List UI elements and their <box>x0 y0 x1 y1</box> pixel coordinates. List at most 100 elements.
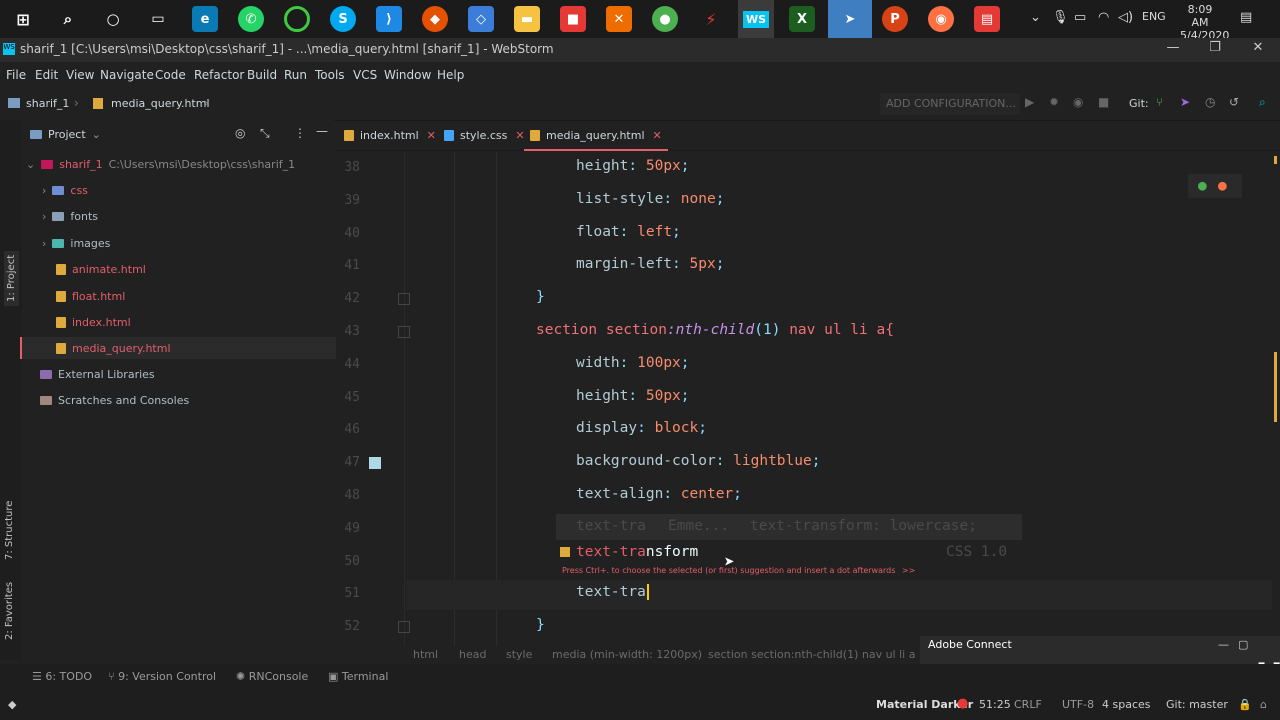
restore-button[interactable]: ❐ <box>1200 40 1230 60</box>
version-control-tool-button[interactable]: ⑂ 9: Version Control <box>108 670 216 683</box>
run-icon[interactable]: ▶ <box>1025 95 1034 109</box>
rollback-icon[interactable]: ↺ <box>1229 95 1239 109</box>
firefox-preview-icon[interactable]: ● <box>1218 178 1227 194</box>
completion-hint-link[interactable]: >> <box>902 566 915 575</box>
chrome-icon[interactable]: ● <box>652 6 678 32</box>
office-icon[interactable]: ■ <box>560 6 586 32</box>
maximize-icon[interactable]: ▢ <box>1238 638 1248 651</box>
favorites-tool-button[interactable]: 2: Favorites <box>4 582 15 640</box>
menu-navigate[interactable]: Navigate <box>100 68 154 82</box>
coverage-icon[interactable]: ◉ <box>1073 95 1083 109</box>
tree-folder-fonts[interactable]: › fonts <box>42 205 98 227</box>
project-view-selector[interactable]: Project ⌄ <box>30 123 101 145</box>
color-swatch-lightblue[interactable] <box>369 457 381 469</box>
colorful-app-icon[interactable]: ◆ <box>422 6 448 32</box>
tab-media-query-html[interactable]: media_query.html ✕ <box>524 122 668 151</box>
fold-marker-icon[interactable] <box>398 326 410 338</box>
menu-edit[interactable]: Edit <box>35 68 58 82</box>
tab-style-css[interactable]: style.css ✕ <box>444 122 525 149</box>
rnconsole-tool-button[interactable]: ✺ RNConsole <box>236 670 308 683</box>
powerpoint-icon[interactable]: P <box>882 6 908 32</box>
terminal-tool-button[interactable]: ▣ Terminal <box>328 670 388 683</box>
layout-toggle-icon[interactable]: ◆ <box>8 698 16 711</box>
breadcrumb-project[interactable]: sharif_1 <box>26 97 69 110</box>
menu-run[interactable]: Run <box>284 68 307 82</box>
skype-icon[interactable]: S <box>330 6 356 32</box>
green-circle-app-icon[interactable] <box>284 6 310 32</box>
battery-icon[interactable]: ▭ <box>1074 10 1086 25</box>
git-update-icon[interactable]: ⑂ <box>1156 95 1163 109</box>
menu-code[interactable]: Code <box>155 68 186 82</box>
close-icon[interactable]: ✕ <box>653 129 662 142</box>
project-tool-button[interactable]: 1: Project <box>4 250 19 306</box>
git-branch[interactable]: Git: master <box>1166 698 1228 711</box>
crumb-selector[interactable]: section section:nth-child(1) nav ul li a <box>708 648 915 661</box>
collapse-icon[interactable]: ⤡ <box>260 126 270 141</box>
add-configuration-button[interactable]: ADD CONFIGURATION... <box>880 93 1020 115</box>
minimize-button[interactable]: — <box>1158 40 1188 60</box>
chevron-up-icon[interactable]: ⌄ <box>1030 10 1041 25</box>
app-red-icon[interactable]: ▤ <box>974 6 1000 32</box>
flash-icon[interactable]: ⚡ <box>698 6 724 32</box>
lock-icon[interactable]: 🔒 <box>1238 698 1252 711</box>
line-separator[interactable]: CRLF <box>1014 698 1042 711</box>
locate-icon[interactable]: ◎ <box>235 126 245 140</box>
tree-folder-images[interactable]: › images <box>42 232 110 254</box>
close-icon[interactable]: ✕ <box>427 129 436 142</box>
completion-row-emmet[interactable]: text-tra Emme... text-transform: lowerca… <box>556 514 1022 540</box>
tree-external-libraries[interactable]: External Libraries <box>40 363 155 385</box>
menu-view[interactable]: View <box>66 68 94 82</box>
chrome-preview-icon[interactable]: ● <box>1198 178 1207 194</box>
menu-file[interactable]: File <box>6 68 26 82</box>
tree-file-media-query[interactable]: media_query.html <box>56 337 171 359</box>
more-options-icon[interactable]: ⋮ <box>294 126 306 140</box>
whatsapp-icon[interactable]: ✆ <box>238 6 264 32</box>
hide-panel-icon[interactable]: — <box>316 124 328 138</box>
search-everywhere-icon[interactable]: ⌕ <box>1259 95 1266 110</box>
file-encoding[interactable]: UTF-8 <box>1062 698 1094 711</box>
virtualbox-icon[interactable]: ◇ <box>468 6 494 32</box>
menu-tools[interactable]: Tools <box>315 68 345 82</box>
todo-tool-button[interactable]: ☰ 6: TODO <box>32 670 92 683</box>
crumb-media[interactable]: media (min-width: 1200px) <box>552 648 702 661</box>
history-icon[interactable]: ◷ <box>1205 95 1215 109</box>
git-push-icon[interactable]: ➤ <box>1180 95 1190 109</box>
caret-position[interactable]: 51:25 <box>979 698 1011 711</box>
wifi-icon[interactable]: ◠ <box>1098 10 1109 25</box>
firefox-icon[interactable]: ◉ <box>928 6 954 32</box>
crumb-head[interactable]: head <box>459 648 486 661</box>
excel-icon[interactable]: X <box>789 6 815 32</box>
completion-row-property[interactable]: text-transform CSS 1.0 <box>556 540 1022 566</box>
tree-file-float[interactable]: float.html <box>56 285 125 307</box>
stop-icon[interactable]: ■ <box>1098 95 1109 109</box>
minimize-icon[interactable]: — <box>1218 638 1229 651</box>
fold-marker-icon[interactable] <box>398 293 410 306</box>
microphone-icon[interactable]: 🎙 <box>1052 10 1069 25</box>
indent-setting[interactable]: 4 spaces <box>1102 698 1151 711</box>
menu-window[interactable]: Window <box>384 68 431 82</box>
file-explorer-icon[interactable]: ▬ <box>514 6 540 32</box>
tree-file-animate[interactable]: animate.html <box>56 258 146 280</box>
volume-icon[interactable]: ◁) <box>1118 10 1133 25</box>
notifications-icon[interactable]: ▤ <box>1240 10 1252 25</box>
tree-scratches[interactable]: Scratches and Consoles <box>40 389 189 411</box>
menu-vcs[interactable]: VCS <box>353 68 377 82</box>
language-indicator[interactable]: ENG <box>1142 10 1166 23</box>
cortana-icon[interactable]: ○ <box>100 6 126 32</box>
crumb-html[interactable]: html <box>413 648 438 661</box>
tree-file-index[interactable]: index.html <box>56 311 131 333</box>
clock[interactable]: 8:09 AM 5/4/2020 <box>1180 3 1229 42</box>
vscode-icon[interactable]: ⟩ <box>376 6 402 32</box>
code-editor[interactable]: ● ● 38 height: 50px; 39 list-style: none; 40… <box>336 152 1280 646</box>
task-view-icon[interactable]: ▭ <box>145 6 171 32</box>
app-e-icon[interactable]: e <box>192 6 218 32</box>
menu-build[interactable]: Build <box>247 68 277 82</box>
windows-start-icon[interactable]: ⊞ <box>10 6 36 32</box>
memory-indicator-icon[interactable]: ⌂ <box>1260 698 1267 711</box>
xampp-icon[interactable]: ✕ <box>606 6 632 32</box>
telegram-icon[interactable]: ➤ <box>828 0 872 38</box>
tree-root[interactable]: ⌄ sharif_1 C:\Users\msi\Desktop\css\shar… <box>26 153 295 175</box>
tab-index-html[interactable]: index.html ✕ <box>344 122 436 149</box>
close-window-button[interactable]: ✕ <box>1243 40 1273 60</box>
menu-refactor[interactable]: Refactor <box>194 68 244 82</box>
